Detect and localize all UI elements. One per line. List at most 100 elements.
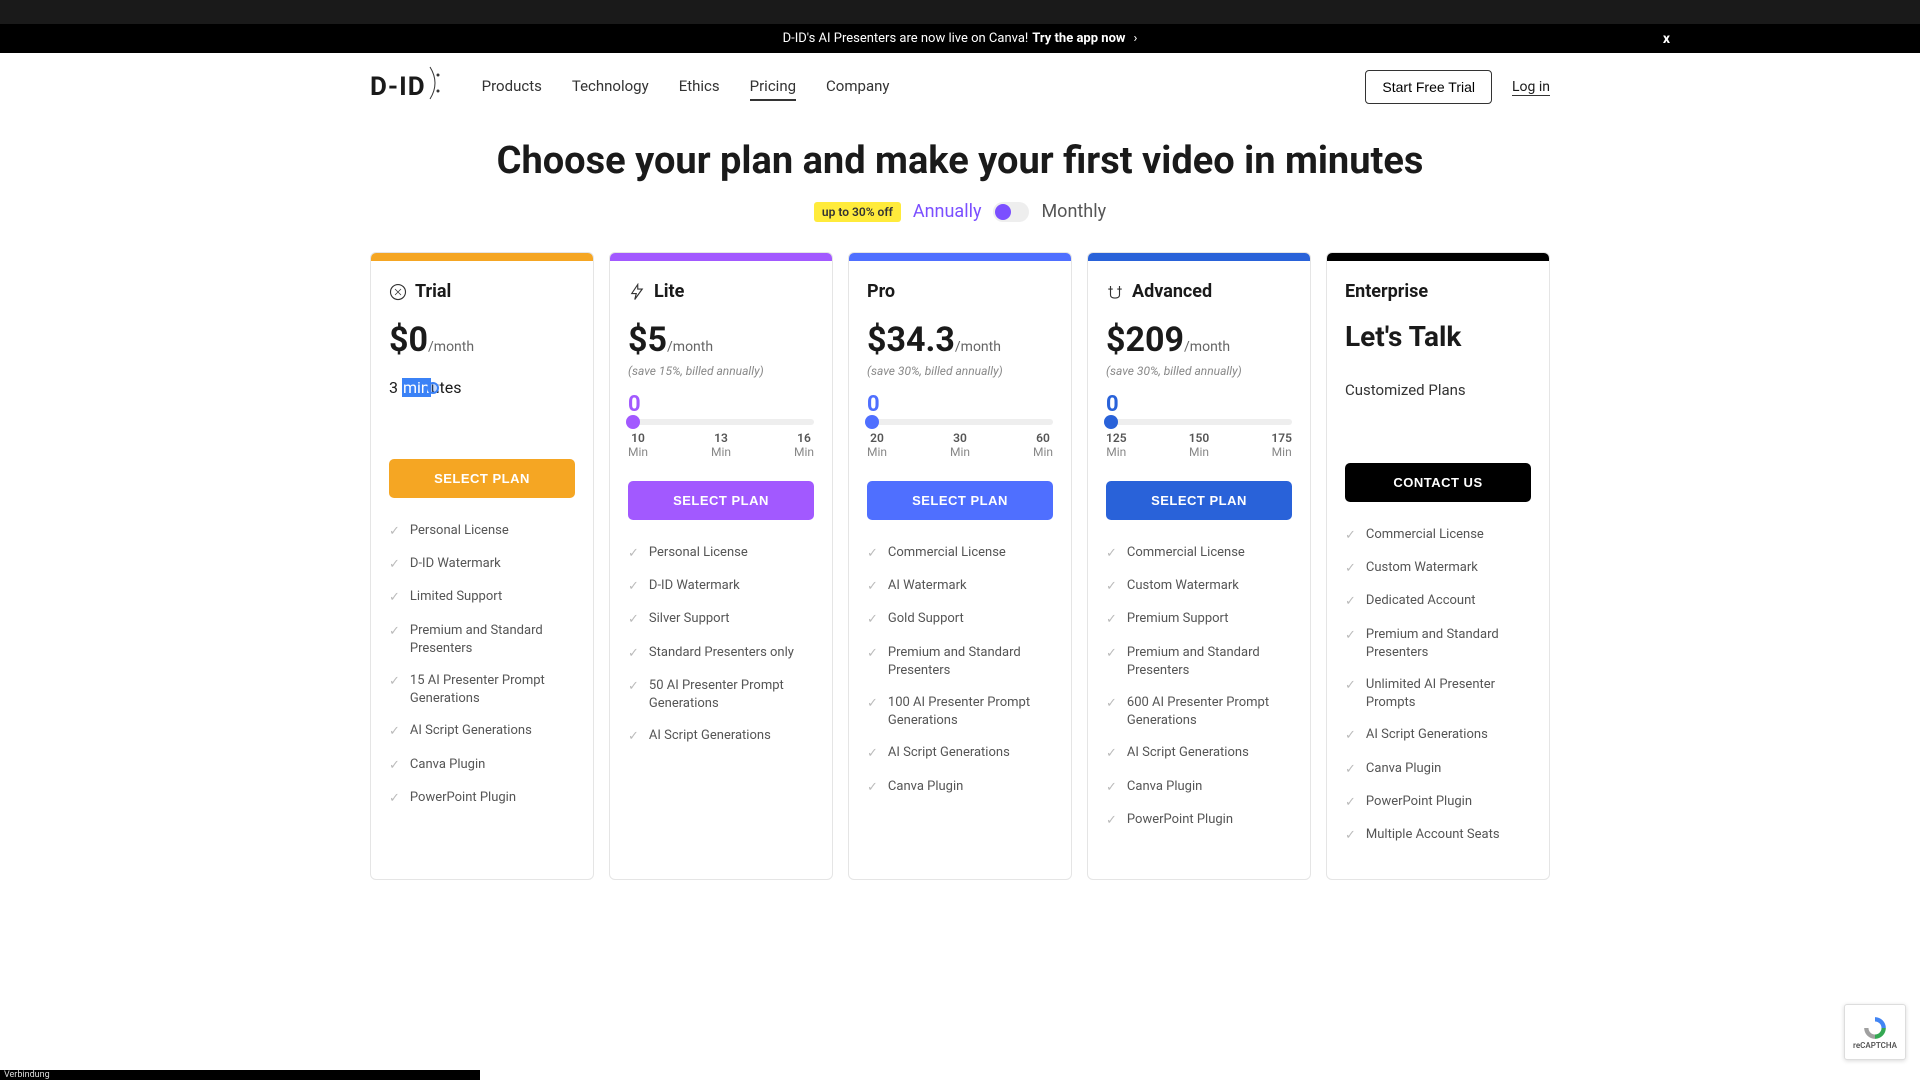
- feature-text: Commercial License: [1127, 544, 1245, 562]
- feature-text: Canva Plugin: [888, 778, 963, 796]
- slider-option[interactable]: 150Min: [1189, 431, 1210, 459]
- minutes-slider[interactable]: 0 125Min150Min175Min: [1106, 392, 1292, 459]
- logo[interactable]: D-ID: [370, 65, 442, 109]
- nav-technology[interactable]: Technology: [572, 73, 649, 101]
- slider-option-num: 20: [867, 431, 887, 445]
- slider-option[interactable]: 125Min: [1106, 431, 1127, 459]
- slider-option-num: 125: [1106, 431, 1127, 445]
- feature-item: ✓Unlimited AI Presenter Prompts: [1345, 676, 1531, 712]
- nav-products[interactable]: Products: [482, 73, 542, 101]
- check-icon: ✓: [867, 611, 878, 629]
- check-icon: ✓: [1106, 812, 1117, 830]
- check-icon: ✓: [1345, 827, 1356, 845]
- check-icon: ✓: [1345, 677, 1356, 695]
- browser-top-bar: [0, 0, 1920, 24]
- feature-item: ✓PowerPoint Plugin: [1345, 793, 1531, 812]
- logo-bracket-icon: [428, 65, 442, 109]
- slider-option[interactable]: 30Min: [950, 431, 970, 459]
- feature-text: D-ID Watermark: [410, 555, 501, 573]
- announcement-close-button[interactable]: x: [1663, 31, 1670, 47]
- login-link[interactable]: Log in: [1512, 79, 1550, 96]
- slider-option[interactable]: 60Min: [1033, 431, 1053, 459]
- feature-text: Custom Watermark: [1366, 559, 1478, 577]
- slider-option[interactable]: 175Min: [1271, 431, 1292, 459]
- check-icon: ✓: [628, 578, 639, 596]
- plan-features: ✓Personal License✓D-ID Watermark✓Silver …: [628, 544, 814, 760]
- slider-option[interactable]: 10Min: [628, 431, 648, 459]
- check-icon: ✓: [1345, 593, 1356, 611]
- slider-option-unit: Min: [1106, 445, 1127, 459]
- billing-toggle-switch[interactable]: [993, 202, 1029, 222]
- slider-option-num: 30: [950, 431, 970, 445]
- select-plan-trial-button[interactable]: SELECT PLAN: [389, 459, 575, 498]
- billing-annually-label[interactable]: Annually: [913, 201, 982, 222]
- contact-us-button[interactable]: CONTACT US: [1345, 463, 1531, 502]
- minutes-slider[interactable]: 0 10Min13Min16Min: [628, 392, 814, 459]
- plan-name: Advanced: [1132, 281, 1212, 302]
- select-plan-advanced-button[interactable]: SELECT PLAN: [1106, 481, 1292, 520]
- check-icon: ✓: [628, 678, 639, 696]
- plan-minutes: 3 minutes: [389, 378, 575, 397]
- plan-stripe: [371, 253, 593, 261]
- feature-text: D-ID Watermark: [649, 577, 740, 595]
- announcement-cta[interactable]: Try the app now: [1032, 31, 1125, 46]
- plan-features: ✓Commercial License✓AI Watermark✓Gold Su…: [867, 544, 1053, 811]
- feature-item: ✓AI Script Generations: [628, 727, 814, 746]
- slider-option-unit: Min: [867, 445, 887, 459]
- announcement-text: D-ID's AI Presenters are now live on Can…: [783, 31, 1029, 46]
- check-icon: ✓: [389, 556, 400, 574]
- check-icon: ✓: [1106, 611, 1117, 629]
- start-free-trial-button[interactable]: Start Free Trial: [1365, 70, 1492, 104]
- slider-thumb[interactable]: [865, 415, 879, 429]
- feature-item: ✓Multiple Account Seats: [1345, 826, 1531, 845]
- plan-price: $209: [1106, 320, 1184, 360]
- feature-text: Silver Support: [649, 610, 730, 628]
- recaptcha-badge[interactable]: reCAPTCHA: [1844, 1004, 1906, 1060]
- nav-ethics[interactable]: Ethics: [679, 73, 720, 101]
- nav-company[interactable]: Company: [826, 73, 889, 101]
- minutes-slider[interactable]: 0 20Min30Min60Min: [867, 392, 1053, 459]
- check-icon: ✓: [1106, 745, 1117, 763]
- select-plan-lite-button[interactable]: SELECT PLAN: [628, 481, 814, 520]
- feature-item: ✓Gold Support: [867, 610, 1053, 629]
- select-plan-pro-button[interactable]: SELECT PLAN: [867, 481, 1053, 520]
- plan-savings: (save 30%, billed annually): [867, 364, 1053, 378]
- feature-item: ✓AI Watermark: [867, 577, 1053, 596]
- plan-enterprise: Enterprise Let's Talk Customized Plans C…: [1326, 252, 1550, 880]
- plan-price: $0: [389, 320, 428, 360]
- slider-option[interactable]: 16Min: [794, 431, 814, 459]
- announcement-bar: D-ID's AI Presenters are now live on Can…: [0, 24, 1920, 53]
- nav-pricing[interactable]: Pricing: [750, 73, 796, 101]
- plan-pro: Pro $34.3/month (save 30%, billed annual…: [848, 252, 1072, 880]
- check-icon: ✓: [1106, 545, 1117, 563]
- feature-item: ✓15 AI Presenter Prompt Generations: [389, 672, 575, 708]
- feature-item: ✓Premium and Standard Presenters: [867, 644, 1053, 680]
- plan-name: Trial: [415, 281, 451, 302]
- slider-option[interactable]: 13Min: [711, 431, 731, 459]
- feature-item: ✓Personal License: [389, 522, 575, 541]
- slider-thumb[interactable]: [1104, 415, 1118, 429]
- feature-item: ✓Custom Watermark: [1106, 577, 1292, 596]
- plan-period: /month: [667, 339, 713, 355]
- plans-grid: Trial $0/month 3 minutes SELECT PLAN ✓Pe…: [360, 252, 1560, 880]
- slider-option-num: 16: [794, 431, 814, 445]
- slider-thumb[interactable]: [626, 415, 640, 429]
- feature-item: ✓ D-ID Watermark: [628, 577, 814, 596]
- feature-item: ✓ D-ID Watermark: [389, 555, 575, 574]
- feature-text: Canva Plugin: [410, 756, 485, 774]
- feature-text: AI Script Generations: [1366, 726, 1488, 744]
- feature-item: ✓Personal License: [628, 544, 814, 563]
- check-icon: ✓: [628, 545, 639, 563]
- check-icon: ✓: [1345, 560, 1356, 578]
- header-actions: Start Free Trial Log in: [1365, 70, 1550, 104]
- slider-option[interactable]: 20Min: [867, 431, 887, 459]
- feature-item: ✓Premium and Standard Presenters: [1106, 644, 1292, 680]
- plan-stripe: [1327, 253, 1549, 261]
- plan-name: Enterprise: [1345, 281, 1428, 302]
- feature-item: ✓Silver Support: [628, 610, 814, 629]
- billing-monthly-label[interactable]: Monthly: [1041, 201, 1106, 222]
- feature-text: AI Script Generations: [649, 727, 771, 745]
- feature-item: ✓600 AI Presenter Prompt Generations: [1106, 694, 1292, 730]
- check-icon: ✓: [389, 790, 400, 808]
- check-icon: ✓: [867, 745, 878, 763]
